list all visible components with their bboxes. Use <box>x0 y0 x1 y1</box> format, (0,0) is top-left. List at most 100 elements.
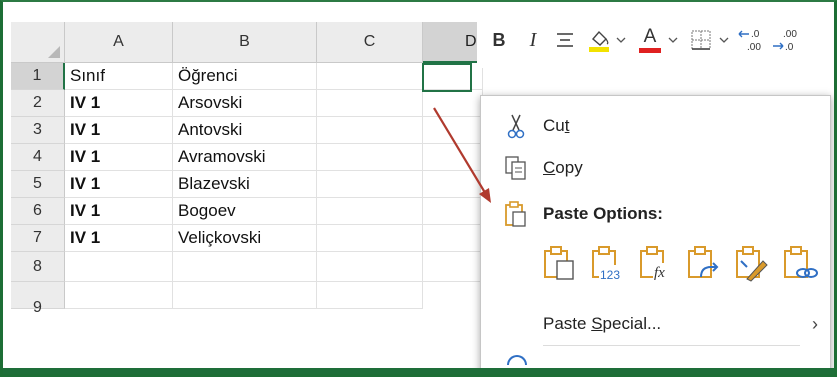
select-all-triangle-icon <box>48 46 60 58</box>
cell-c9[interactable] <box>317 282 423 309</box>
paste-button[interactable] <box>541 243 579 283</box>
cell-a2[interactable]: IV 1 <box>65 90 173 117</box>
paste-values-badge: 123 <box>600 268 620 282</box>
cell-b9[interactable] <box>173 282 317 309</box>
cell-a5[interactable]: IV 1 <box>65 171 173 198</box>
font-color-dropdown[interactable] <box>666 16 680 64</box>
decrease-decimal-top-text: .00 <box>783 29 797 40</box>
row-header-7[interactable]: 7 <box>11 225 65 252</box>
paste-transpose-button[interactable] <box>685 243 723 283</box>
column-header-d[interactable]: D <box>423 22 483 63</box>
column-header-c[interactable]: C <box>317 22 423 63</box>
row-header-5[interactable]: 5 <box>11 171 65 198</box>
fill-color-dropdown[interactable] <box>614 16 628 64</box>
paste-values-icon: 123 <box>592 246 621 282</box>
row-header-4[interactable]: 4 <box>11 144 65 171</box>
paste-special-suffix: pecial... <box>602 314 662 333</box>
paste-formulas-button[interactable]: fx <box>637 243 675 283</box>
decrease-decimal-icon: .00 .0 <box>773 29 797 53</box>
menu-item-paste-special[interactable]: Paste Special... › <box>481 304 832 344</box>
borders-dropdown[interactable] <box>717 16 731 64</box>
paste-options-header: Paste Options: <box>481 194 832 234</box>
cell-d6[interactable] <box>423 198 483 225</box>
increase-decimal-icon: .0 .00 <box>738 29 761 53</box>
chevron-down-icon <box>719 37 729 43</box>
cell-c6[interactable] <box>317 198 423 225</box>
row-header-6[interactable]: 6 <box>11 198 65 225</box>
paste-formatting-button[interactable] <box>733 243 771 283</box>
cell-a6[interactable]: IV 1 <box>65 198 173 225</box>
decrease-decimal-button[interactable]: .00 .0 <box>771 16 801 64</box>
column-header-a[interactable]: A <box>65 22 173 63</box>
cell-a3[interactable]: IV 1 <box>65 117 173 144</box>
cell-d3[interactable] <box>423 117 483 144</box>
menu-item-copy[interactable]: Copy <box>481 148 832 188</box>
cell-b6[interactable]: Bogoev <box>173 198 317 225</box>
excel-screenshot: A B C D 1 Sınıf Öğrenci 2 IV 1 Arsovski … <box>0 0 837 377</box>
font-color-letter: A <box>643 25 657 47</box>
borders-button[interactable] <box>687 16 715 64</box>
row-header-9-label: 9 <box>33 299 42 316</box>
context-menu: Cut Copy Paste Options: 123 fx Paste Spe… <box>480 95 831 377</box>
cell-d4[interactable] <box>423 144 483 171</box>
paste-transpose-icon <box>688 246 719 278</box>
fill-color-button[interactable] <box>585 16 613 64</box>
bold-button[interactable]: B <box>487 16 511 64</box>
cell-a8[interactable] <box>65 252 173 282</box>
column-header-b[interactable]: B <box>173 22 317 63</box>
cell-b5[interactable]: Blazevski <box>173 171 317 198</box>
row-header-8[interactable]: 8 <box>11 252 65 282</box>
font-color-swatch <box>639 47 661 53</box>
active-cell-d1[interactable] <box>422 63 472 92</box>
chevron-down-icon <box>668 37 678 43</box>
chevron-right-icon: › <box>812 313 818 334</box>
row-header-9[interactable]: 9 <box>11 282 65 316</box>
cell-c1[interactable] <box>317 63 423 90</box>
paste-link-button[interactable] <box>781 243 819 283</box>
cell-d7[interactable] <box>423 225 483 252</box>
row-header-3[interactable]: 3 <box>11 117 65 144</box>
increase-decimal-button[interactable]: .0 .00 <box>737 16 767 64</box>
menu-item-cut-label: Cut <box>543 116 569 136</box>
mini-toolbar: B I A .0 .00 .00 .0 <box>477 16 837 68</box>
cell-a4[interactable]: IV 1 <box>65 144 173 171</box>
paste-options-row: 123 fx <box>541 243 819 283</box>
cell-a1[interactable]: Sınıf <box>65 63 173 90</box>
select-all-corner[interactable] <box>11 22 65 63</box>
fill-bucket-icon <box>589 30 609 52</box>
cell-b2[interactable]: Arsovski <box>173 90 317 117</box>
borders-icon <box>691 30 711 50</box>
paste-values-button[interactable]: 123 <box>589 243 627 283</box>
align-center-button[interactable] <box>551 16 579 64</box>
paste-link-icon <box>784 246 818 278</box>
cell-a7[interactable]: IV 1 <box>65 225 173 252</box>
cell-c7[interactable] <box>317 225 423 252</box>
menu-item-cut[interactable]: Cut <box>481 106 832 146</box>
cell-a9[interactable] <box>65 282 173 309</box>
cell-c8[interactable] <box>317 252 423 282</box>
cell-b1[interactable]: Öğrenci <box>173 63 317 90</box>
cell-c2[interactable] <box>317 90 423 117</box>
cell-d2[interactable] <box>423 90 483 117</box>
cell-b4[interactable]: Avramovski <box>173 144 317 171</box>
cell-d5[interactable] <box>423 171 483 198</box>
row-header-1[interactable]: 1 <box>11 63 65 90</box>
italic-button[interactable]: I <box>521 16 545 64</box>
cell-b3[interactable]: Antovski <box>173 117 317 144</box>
row-header-2[interactable]: 2 <box>11 90 65 117</box>
cell-c3[interactable] <box>317 117 423 144</box>
paste-special-prefix: Paste <box>543 314 592 333</box>
cut-label-prefix: Cu <box>543 116 565 135</box>
cell-c4[interactable] <box>317 144 423 171</box>
cell-b7[interactable]: Veliçkovski <box>173 225 317 252</box>
paste-special-accesskey: S <box>591 314 603 333</box>
paste-icon <box>544 246 574 280</box>
chevron-down-icon <box>616 37 626 43</box>
cell-b8[interactable] <box>173 252 317 282</box>
font-color-button[interactable]: A <box>635 16 665 64</box>
scissors-icon <box>507 114 525 139</box>
menu-item-copy-label: Copy <box>543 158 583 178</box>
increase-decimal-bottom-text: .00 <box>747 42 761 53</box>
cell-d8[interactable] <box>423 252 483 282</box>
cell-c5[interactable] <box>317 171 423 198</box>
